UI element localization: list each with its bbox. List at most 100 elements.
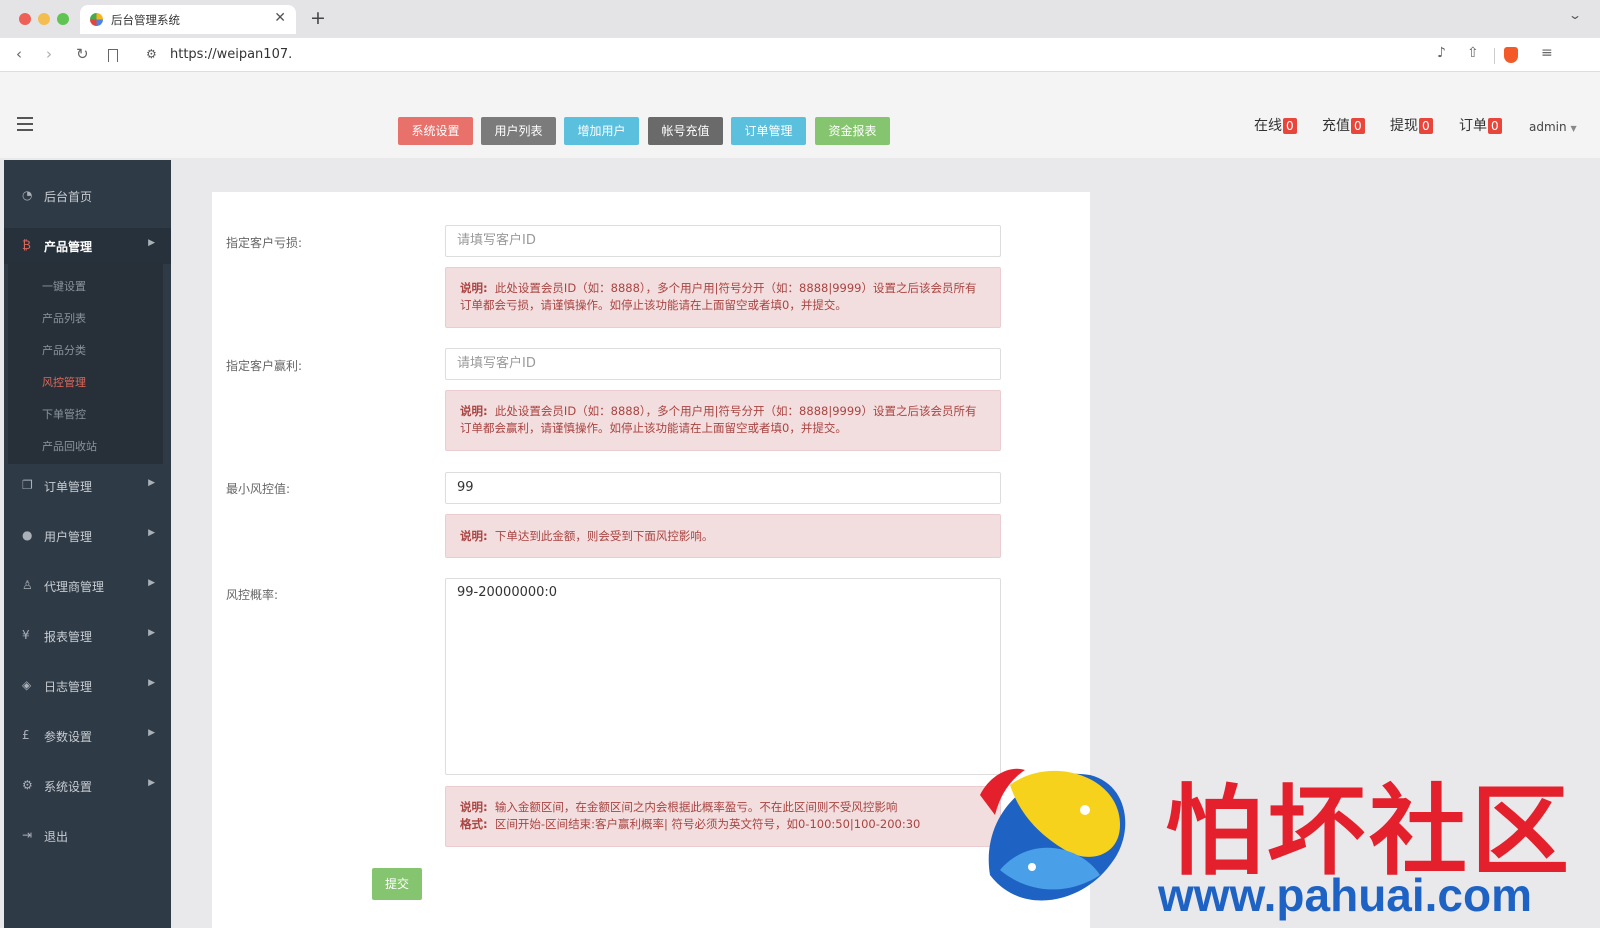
fund-report-button[interactable]: 资金报表 bbox=[815, 117, 890, 145]
sidebar-item-system[interactable]: ⚙ 系统设置 ▶ bbox=[4, 768, 171, 804]
loss-customer-placeholder: 请填写客户ID bbox=[457, 233, 536, 248]
chevron-right-icon: ▶ bbox=[148, 778, 155, 788]
pound-icon: £ bbox=[22, 728, 30, 742]
profit-customer-note: 说明: 此处设置会员ID（如：8888），多个用户用|符号分开（如：8888|9… bbox=[445, 390, 1001, 451]
withdraw-counter[interactable]: 提现 0 bbox=[1390, 115, 1433, 135]
recharge-badge: 0 bbox=[1351, 118, 1365, 134]
note-title: 说明: bbox=[460, 800, 488, 814]
gears-icon: ⚙ bbox=[22, 778, 33, 792]
min-risk-value-input[interactable]: 99 bbox=[445, 472, 1001, 504]
user-list-button[interactable]: 用户列表 bbox=[481, 117, 556, 145]
menu-icon[interactable]: ≡ bbox=[1541, 45, 1553, 61]
min-risk-value-note: 说明: 下单达到此金额，则会受到下面风控影响。 bbox=[445, 514, 1001, 558]
music-icon[interactable]: ♪ bbox=[1437, 45, 1446, 61]
recharge-counter[interactable]: 充值 0 bbox=[1322, 115, 1365, 135]
tab-list-chevron-icon[interactable]: ⌄ bbox=[1568, 8, 1582, 22]
brave-shield-icon[interactable] bbox=[1504, 47, 1518, 63]
chevron-right-icon: ▶ bbox=[148, 528, 155, 538]
note-title: 说明: bbox=[460, 404, 488, 418]
profit-customer-input[interactable]: 请填写客户ID bbox=[445, 348, 1001, 380]
submenu-risk-control[interactable]: 风控管理 bbox=[42, 374, 86, 390]
chevron-right-icon: ▶ bbox=[148, 578, 155, 588]
note-title: 说明: bbox=[460, 529, 488, 543]
sidebar-item-logs[interactable]: ◈ 日志管理 ▶ bbox=[4, 668, 171, 704]
close-tab-icon[interactable]: ✕ bbox=[274, 10, 286, 26]
risk-rate-label: 风控概率: bbox=[226, 588, 279, 602]
order-counter[interactable]: 订单 0 bbox=[1459, 115, 1502, 135]
submenu-product-recycle[interactable]: 产品回收站 bbox=[42, 438, 97, 454]
loss-customer-note: 说明: 此处设置会员ID（如：8888），多个用户用|符号分开（如：8888|9… bbox=[445, 267, 1001, 328]
close-window-button[interactable] bbox=[19, 13, 31, 25]
system-settings-button[interactable]: 系统设置 bbox=[398, 117, 473, 145]
online-label: 在线 bbox=[1254, 118, 1282, 134]
loss-customer-input[interactable]: 请填写客户ID bbox=[445, 225, 1001, 257]
user-icon: ● bbox=[22, 528, 33, 542]
browser-tab-bar: 后台管理系统 ✕ + ⌄ bbox=[0, 0, 1600, 38]
loss-customer-label: 指定客户亏损: bbox=[226, 236, 303, 250]
profit-customer-placeholder: 请填写客户ID bbox=[457, 356, 536, 371]
submenu-product-list[interactable]: 产品列表 bbox=[42, 310, 86, 326]
chevron-right-icon: ▶ bbox=[148, 728, 155, 738]
add-user-button[interactable]: 增加用户 bbox=[564, 117, 639, 145]
minimize-window-button[interactable] bbox=[38, 13, 50, 25]
chevron-right-icon: ▶ bbox=[148, 238, 155, 248]
user-tie-icon: ♙ bbox=[22, 578, 33, 592]
share-icon[interactable]: ⇧ bbox=[1467, 45, 1479, 61]
sidebar-item-agents[interactable]: ♙ 代理商管理 ▶ bbox=[4, 568, 171, 604]
chevron-right-icon: ▶ bbox=[148, 478, 155, 488]
order-label: 订单 bbox=[1459, 118, 1487, 134]
back-icon[interactable]: ‹ bbox=[16, 45, 22, 63]
sidebar-item-users[interactable]: ● 用户管理 ▶ bbox=[4, 518, 171, 554]
sidebar-item-label: 用户管理 bbox=[44, 530, 93, 544]
profit-customer-label: 指定客户赢利: bbox=[226, 359, 303, 373]
site-settings-icon[interactable]: ⚙ bbox=[146, 47, 157, 61]
watermark-url: www.pahuai.com bbox=[1158, 869, 1533, 921]
user-menu[interactable]: admin ▼ bbox=[1529, 120, 1577, 134]
risk-rate-textarea[interactable]: 99-20000000:0 bbox=[445, 578, 1001, 775]
sidebar-item-label: 退出 bbox=[44, 830, 69, 844]
bitcoin-icon: ₿ bbox=[22, 238, 31, 252]
yen-icon: ¥ bbox=[22, 628, 30, 642]
withdraw-badge: 0 bbox=[1419, 118, 1433, 134]
min-risk-value-label: 最小风控值: bbox=[226, 482, 291, 496]
toolbar-divider bbox=[1494, 48, 1495, 64]
sidebar-item-logout[interactable]: ⇥ 退出 bbox=[4, 818, 171, 854]
submenu-order-control[interactable]: 下单管控 bbox=[42, 406, 86, 422]
sidebar-toggle-icon[interactable] bbox=[17, 117, 33, 131]
new-tab-icon[interactable]: + bbox=[310, 7, 326, 29]
copy-icon: ❐ bbox=[22, 478, 33, 492]
sidebar-item-params[interactable]: £ 参数设置 ▶ bbox=[4, 718, 171, 754]
order-management-button[interactable]: 订单管理 bbox=[731, 117, 806, 145]
forward-icon[interactable]: › bbox=[46, 45, 52, 63]
bookmark-icon[interactable] bbox=[108, 49, 118, 62]
submit-button[interactable]: 提交 bbox=[372, 868, 422, 900]
dashboard-icon: ◔ bbox=[22, 188, 33, 202]
maximize-window-button[interactable] bbox=[57, 13, 69, 25]
sidebar-item-orders[interactable]: ❐ 订单管理 ▶ bbox=[4, 468, 171, 504]
submenu-one-click-settings[interactable]: 一键设置 bbox=[42, 278, 86, 294]
sidebar-item-reports[interactable]: ¥ 报表管理 ▶ bbox=[4, 618, 171, 654]
submenu-product-category[interactable]: 产品分类 bbox=[42, 342, 86, 358]
reload-icon[interactable]: ↻ bbox=[76, 45, 89, 63]
withdraw-label: 提现 bbox=[1390, 118, 1418, 134]
note-text: 输入金额区间，在金额区间之内会根据此概率盈亏。不在此区间则不受风控影响 bbox=[494, 800, 898, 814]
favicon-icon bbox=[90, 13, 103, 26]
online-badge: 0 bbox=[1283, 118, 1297, 134]
address-bar[interactable]: https://weipan107. bbox=[170, 47, 292, 62]
browser-tab[interactable]: 后台管理系统 ✕ bbox=[80, 5, 296, 34]
sign-out-icon: ⇥ bbox=[22, 828, 33, 842]
fish-logo-icon bbox=[980, 768, 1126, 901]
format-text: 区间开始-区间结束:客户赢利概率| 符号必须为英文符号，如0-100:50|10… bbox=[494, 817, 921, 831]
sidebar-item-label: 后台首页 bbox=[44, 190, 93, 204]
sidebar-item-label: 代理商管理 bbox=[44, 580, 105, 594]
sidebar-item-label: 日志管理 bbox=[44, 680, 93, 694]
sidebar-item-home[interactable]: ◔ 后台首页 bbox=[4, 178, 171, 214]
sidebar-item-label: 报表管理 bbox=[44, 630, 93, 644]
sidebar-item-label: 订单管理 bbox=[44, 480, 93, 494]
sidebar-item-product[interactable]: ₿ 产品管理 ▶ bbox=[4, 228, 171, 264]
recharge-label: 充值 bbox=[1322, 118, 1350, 134]
format-title: 格式: bbox=[460, 817, 488, 831]
tag-icon: ◈ bbox=[22, 678, 32, 692]
online-counter[interactable]: 在线 0 bbox=[1254, 115, 1297, 135]
account-recharge-button[interactable]: 帐号充值 bbox=[648, 117, 723, 145]
